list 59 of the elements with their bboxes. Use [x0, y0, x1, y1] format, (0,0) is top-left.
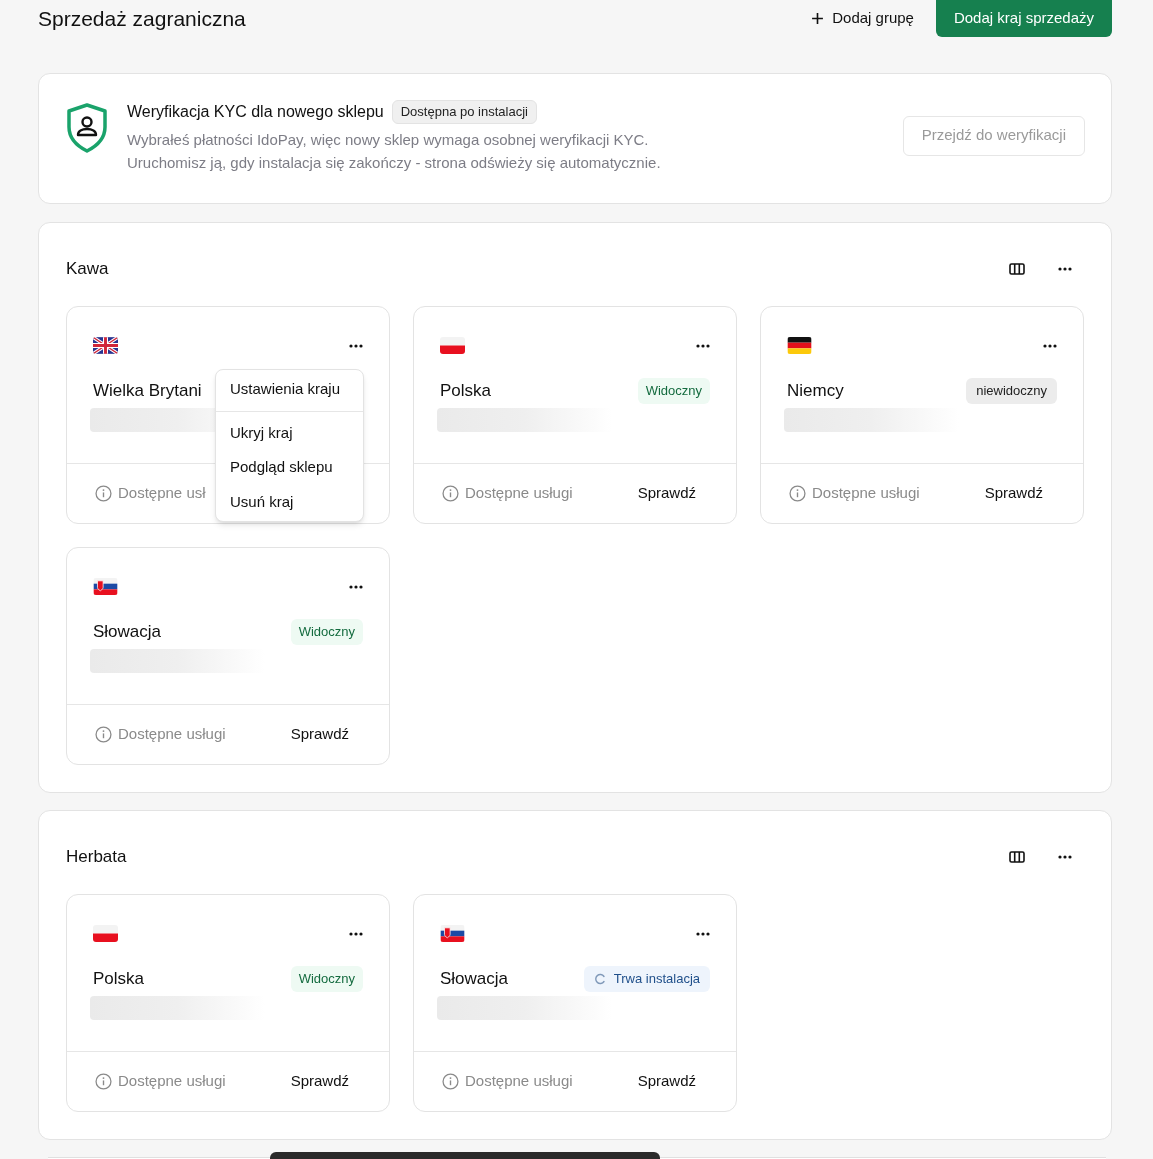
flag-icon	[93, 578, 118, 595]
available-services[interactable]: Dostępne usł	[95, 482, 206, 505]
info-icon	[95, 1073, 112, 1090]
menu-item[interactable]: Usuń kraj	[216, 484, 363, 519]
kyc-badge: Dostępna po instalacji	[391, 100, 537, 124]
more-icon[interactable]	[349, 343, 363, 348]
kyc-description: Wybrałeś płatności IdoPay, więc nowy sklep wymaga osobnej weryfikacji KYC.	[127, 130, 650, 150]
info-icon	[789, 485, 806, 502]
group-name: Kawa	[66, 257, 109, 280]
check-button[interactable]: Sprawdź	[984, 482, 1043, 505]
shield-user-icon	[65, 102, 109, 154]
info-icon	[442, 1073, 459, 1090]
info-icon	[442, 485, 459, 502]
country-name: Słowacja	[440, 968, 509, 990]
country-name: Polska	[440, 380, 492, 402]
country-name: Słowacja	[93, 621, 162, 643]
add-group-button[interactable]: Dodaj grupę	[811, 7, 914, 30]
available-services[interactable]: Dostępne usługi	[95, 723, 226, 746]
more-icon[interactable]	[696, 931, 710, 936]
check-button[interactable]: Sprawdź	[637, 1070, 696, 1093]
country-name: Polska	[93, 968, 145, 990]
menu-item[interactable]: Ukryj kraj	[216, 415, 363, 450]
menu-item[interactable]: Podgląd sklepu	[216, 450, 363, 485]
status-badge: Widoczny	[290, 966, 363, 992]
columns-icon[interactable]	[1009, 850, 1025, 863]
status-badge: Widoczny	[290, 619, 363, 645]
menu-item[interactable]: Ustawienia kraju	[216, 372, 363, 412]
more-icon[interactable]	[349, 931, 363, 936]
check-button[interactable]: Sprawdź	[637, 482, 696, 505]
available-services[interactable]: Dostępne usługi	[789, 482, 920, 505]
more-icon[interactable]	[1043, 343, 1057, 348]
more-icon[interactable]	[349, 584, 363, 589]
more-icon[interactable]	[1058, 854, 1072, 859]
country-name: Wielka Brytani	[93, 380, 202, 402]
status-badge: niewidoczny	[966, 378, 1057, 404]
available-services[interactable]: Dostępne usługi	[442, 1070, 573, 1093]
available-services[interactable]: Dostępne usługi	[95, 1070, 226, 1093]
country-name: Niemcy	[787, 380, 844, 402]
page-title: Sprzedaż zagraniczna	[38, 5, 246, 32]
more-icon[interactable]	[696, 343, 710, 348]
check-button[interactable]: Sprawdź	[290, 723, 349, 746]
flag-icon	[440, 337, 465, 354]
check-button[interactable]: Sprawdź	[290, 1070, 349, 1093]
status-badge: Trwa instalacja	[583, 966, 710, 992]
flag-icon	[93, 925, 118, 942]
available-services[interactable]: Dostępne usługi	[442, 482, 573, 505]
flag-icon	[787, 337, 812, 354]
info-icon	[95, 726, 112, 743]
kyc-description: Uruchomisz ją, gdy instalacja się zakończy - strona odświeży się automatycznie.	[127, 153, 662, 173]
status-badge: Widoczny	[637, 378, 710, 404]
flag-icon	[93, 337, 118, 354]
add-country-button[interactable]: Dodaj kraj sprzedaży	[935, 0, 1112, 37]
columns-icon[interactable]	[1009, 262, 1025, 275]
group-name: Herbata	[66, 845, 127, 868]
info-icon	[95, 485, 112, 502]
plus-icon	[811, 12, 825, 25]
flag-icon	[440, 925, 465, 942]
kyc-title: Weryfikacja KYC dla nowego sklepu	[127, 102, 384, 122]
more-icon[interactable]	[1058, 266, 1072, 271]
